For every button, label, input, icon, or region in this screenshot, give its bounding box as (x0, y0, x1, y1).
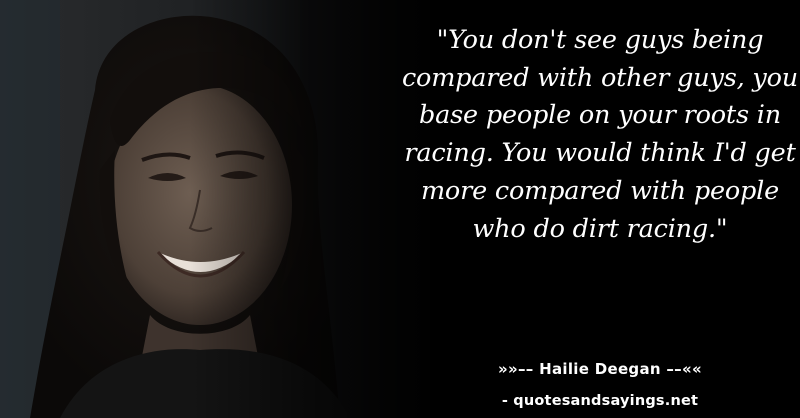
quote-card: "You don't see guys being compared with … (0, 0, 800, 418)
photo-fade-overlay (190, 0, 430, 418)
portrait-photo (0, 0, 430, 418)
source-website: - quotesandsayings.net (501, 393, 699, 409)
quote-author: »»–– Hailie Deegan ––«« (498, 360, 702, 378)
quote-text: "You don't see guys being compared with … (401, 25, 799, 244)
